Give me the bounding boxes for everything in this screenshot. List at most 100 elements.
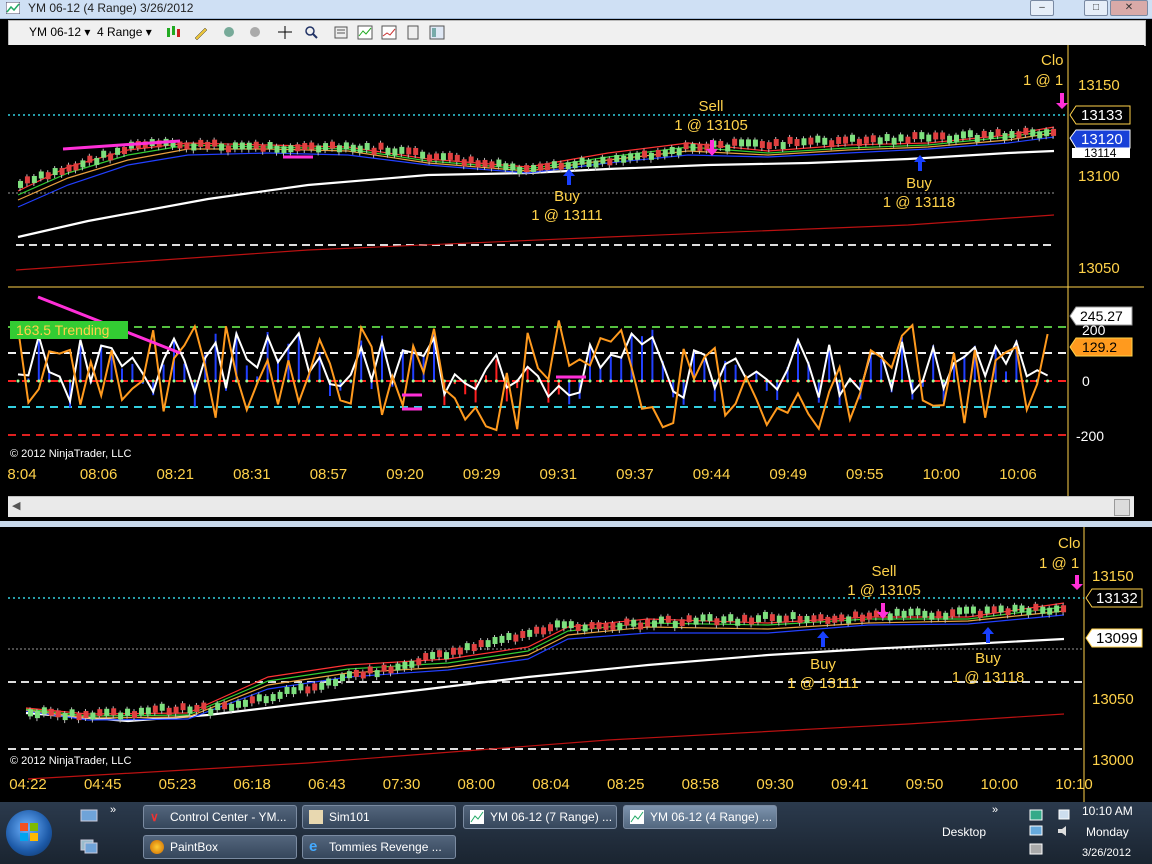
price-bar xyxy=(330,139,335,152)
tray-more-icon[interactable]: » xyxy=(992,804,998,816)
price-bar xyxy=(534,624,540,637)
second-price-chart-panel[interactable]: Sell 1 @ 13105 Buy 1 @ 13111 Buy 1 @ 131… xyxy=(8,527,1144,802)
indicators-icon[interactable] xyxy=(357,25,373,40)
price-bar xyxy=(291,685,297,698)
tray-network-icon[interactable] xyxy=(1056,808,1072,822)
scroll-thumb[interactable] xyxy=(1114,499,1130,516)
zero-dot xyxy=(838,379,842,383)
time-axis-label: 10:10 xyxy=(1055,776,1093,793)
price-chart-svg[interactable]: Sell 1 @ 13105 Buy 1 @ 13111 Buy 1 @ 131… xyxy=(7,45,1144,496)
zero-dot xyxy=(494,379,498,383)
price-bar xyxy=(267,140,273,153)
copyright-text: © 2012 NinjaTrader, LLC xyxy=(10,755,131,767)
zero-dot xyxy=(151,379,155,383)
price-bar xyxy=(759,139,765,152)
zero-dot xyxy=(671,379,675,383)
chart-app-icon xyxy=(6,2,20,14)
zero-dot xyxy=(786,379,790,383)
zero-dot xyxy=(869,379,873,383)
task-paintbox[interactable]: PaintBox xyxy=(143,835,297,859)
time-axis-label: 04:22 xyxy=(9,776,47,793)
drawing-tool-icon[interactable] xyxy=(193,25,209,40)
time-axis-label: 8:04 xyxy=(8,466,37,483)
paint-icon xyxy=(150,840,164,854)
zero-dot xyxy=(47,379,51,383)
zero-dot xyxy=(682,379,686,383)
close-button[interactable]: ✕ xyxy=(1110,0,1148,16)
bar-type-icon[interactable] xyxy=(165,25,181,40)
tray-volume-icon[interactable] xyxy=(1056,824,1072,838)
show-desktop-icon[interactable] xyxy=(80,808,98,824)
price-bar xyxy=(541,625,547,638)
price-bar xyxy=(572,159,578,172)
price-bar xyxy=(513,632,519,645)
second-price-bars xyxy=(28,601,1067,724)
zero-dot xyxy=(1014,379,1018,383)
close-detail: 1 @ 1 xyxy=(1023,72,1063,89)
desktop-toolbar[interactable]: Desktop xyxy=(942,825,986,839)
horizontal-scrollbar[interactable]: ◀ xyxy=(8,496,1134,517)
tray-monitor-icon[interactable] xyxy=(1028,824,1044,838)
price-bar xyxy=(568,619,574,632)
data-box-icon[interactable] xyxy=(405,25,421,40)
strategy-icon[interactable] xyxy=(221,25,237,40)
properties-icon[interactable] xyxy=(333,25,349,40)
time-axis-label: 09:49 xyxy=(769,466,807,483)
task-chart-4-range[interactable]: YM 06-12 (4 Range) ... xyxy=(623,805,777,829)
time-axis-label: 09:55 xyxy=(846,466,884,483)
window-title-bar[interactable]: YM 06-12 (4 Range) 3/26/2012 – □ ✕ xyxy=(0,0,1152,19)
price-bar xyxy=(554,618,560,631)
price-bar xyxy=(378,140,384,153)
price-bar xyxy=(423,651,429,664)
price-bar xyxy=(714,616,720,629)
minimize-button[interactable]: – xyxy=(1030,0,1054,16)
period-select[interactable]: 4 Range ▾ xyxy=(97,24,152,41)
zero-dot xyxy=(879,379,883,383)
task-sim101[interactable]: Sim101 xyxy=(302,805,456,829)
tray-flag-icon[interactable] xyxy=(1028,808,1044,822)
start-button[interactable] xyxy=(6,810,52,856)
clock-time[interactable]: 10:10 AM xyxy=(1082,804,1133,818)
price-bar xyxy=(367,664,373,677)
quick-launch-more-icon[interactable]: » xyxy=(110,804,116,816)
task-browser[interactable]: e Tommies Revenge ... xyxy=(302,835,456,859)
clock-date[interactable]: 3/26/2012 xyxy=(1082,847,1131,859)
price-bar xyxy=(1033,601,1039,614)
price-axis-label: 13050 xyxy=(1092,691,1134,708)
maximize-button[interactable]: □ xyxy=(1084,0,1108,16)
crosshair-icon[interactable] xyxy=(277,25,293,40)
clock-day[interactable]: Monday xyxy=(1086,825,1129,839)
price-bar xyxy=(797,613,803,626)
chart-trader-icon[interactable] xyxy=(429,25,445,40)
price-bar xyxy=(1054,603,1060,616)
task-chart-7-range[interactable]: YM 06-12 (7 Range) ... xyxy=(463,805,617,829)
task-control-center[interactable]: ∨ Control Center - YM... xyxy=(143,805,297,829)
price-chart-panel[interactable]: Sell 1 @ 13105 Buy 1 @ 13111 Buy 1 @ 131… xyxy=(7,45,1144,520)
zero-dot xyxy=(567,379,571,383)
time-axis-label: 06:43 xyxy=(308,776,346,793)
zero-dot xyxy=(484,379,488,383)
zero-dot xyxy=(578,379,582,383)
strategies-icon[interactable] xyxy=(381,25,397,40)
price-bar xyxy=(877,135,883,148)
price-bar xyxy=(353,667,359,680)
price-bar xyxy=(115,145,121,158)
price-bar xyxy=(887,611,893,624)
instrument-select[interactable]: YM 06-12 ▾ xyxy=(29,24,90,41)
zoom-icon[interactable] xyxy=(303,25,319,40)
switch-windows-icon[interactable] xyxy=(80,838,98,854)
price-bar xyxy=(870,133,876,146)
tool-icon[interactable] xyxy=(247,25,263,40)
tray-app-icon[interactable] xyxy=(1028,842,1044,856)
second-price-chart-svg[interactable]: Sell 1 @ 13105 Buy 1 @ 13111 Buy 1 @ 131… xyxy=(8,527,1144,802)
price-bar xyxy=(440,151,446,164)
price-bar xyxy=(159,701,165,714)
price-bar xyxy=(506,631,512,644)
time-axis-label: 06:18 xyxy=(233,776,271,793)
zero-dot xyxy=(214,379,218,383)
zero-dot xyxy=(609,379,613,383)
trend-line-marker[interactable] xyxy=(62,139,181,151)
price-bar xyxy=(884,132,890,145)
price-bar xyxy=(638,620,644,633)
scroll-left-icon[interactable]: ◀ xyxy=(12,499,20,512)
